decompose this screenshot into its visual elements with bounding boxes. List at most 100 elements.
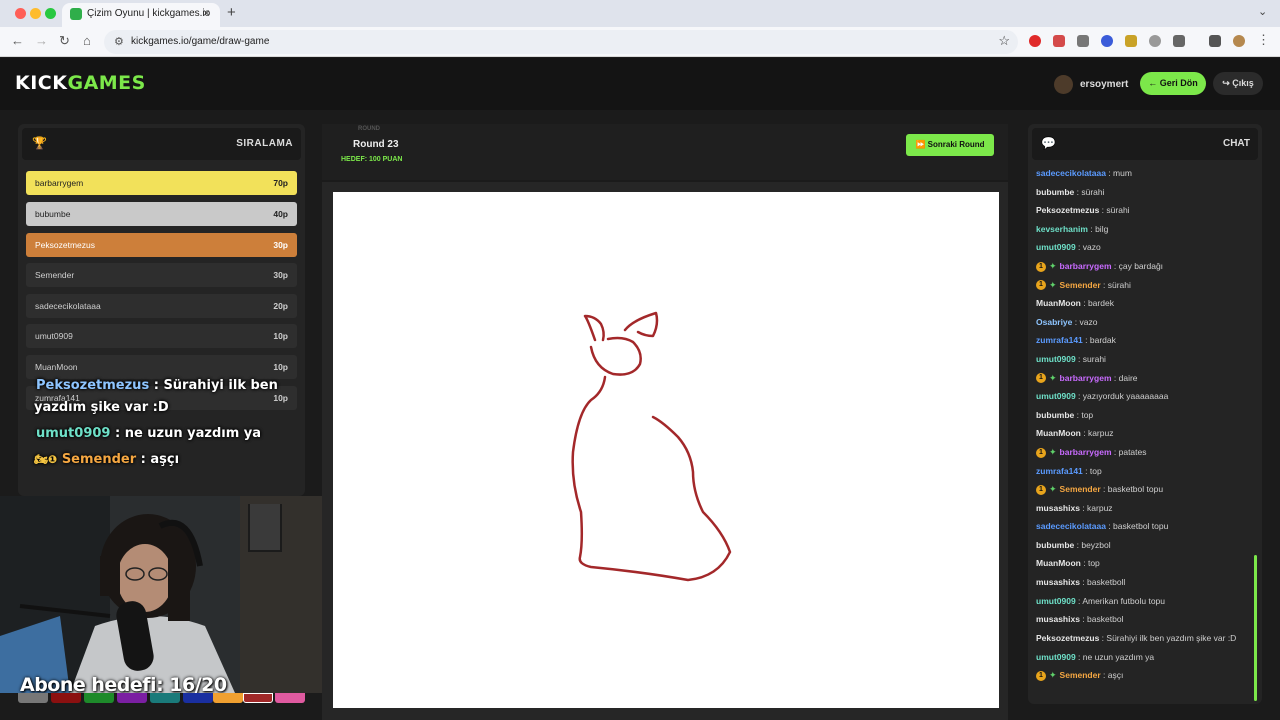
extension-blue-icon[interactable] bbox=[1101, 35, 1113, 47]
maximize-window-button[interactable] bbox=[45, 8, 56, 19]
reading-list-icon[interactable] bbox=[1209, 35, 1221, 47]
browser-tab-bar: Çizim Oyunu | kickgames.io × + ⌄ bbox=[0, 0, 1280, 27]
chat-username[interactable]: zumrafa141 bbox=[1036, 335, 1083, 345]
player-name: barbarrygem bbox=[35, 178, 84, 188]
kickgames-logo[interactable]: KICKGAMES bbox=[15, 72, 146, 94]
chat-username[interactable]: Osabriye bbox=[1036, 317, 1072, 327]
color-swatch-pink[interactable] bbox=[275, 693, 305, 703]
color-swatch-teal[interactable] bbox=[150, 693, 180, 703]
extension-grey-icon[interactable] bbox=[1077, 35, 1089, 47]
chat-username[interactable]: bubumbe bbox=[1036, 540, 1074, 550]
chat-text: basketbol topu bbox=[1107, 484, 1164, 495]
next-round-button[interactable]: ⏩ Sonraki Round bbox=[906, 134, 994, 156]
leaderboard-header: 🏆 SIRALAMA bbox=[22, 128, 301, 160]
chat-message-list[interactable]: sadececikolataaa : mum bubumbe : sürahi Pe… bbox=[1036, 164, 1250, 685]
chat-username[interactable]: MuanMoon bbox=[1036, 428, 1081, 438]
chat-text: Sürahiyi ilk ben yazdım şike var :D bbox=[1106, 632, 1237, 643]
chat-username[interactable]: umut0909 bbox=[1036, 242, 1076, 252]
browser-menu-icon[interactable]: ⋮ bbox=[1257, 32, 1270, 48]
chat-username[interactable]: umut0909 bbox=[1036, 596, 1076, 606]
chat-username[interactable]: Semender bbox=[1060, 280, 1101, 290]
color-swatch-darkred[interactable] bbox=[51, 693, 81, 703]
chat-username[interactable]: musashixs bbox=[1036, 577, 1080, 587]
chat-header: 💬 CHAT bbox=[1032, 128, 1258, 160]
bookmark-star-icon[interactable]: ☆ bbox=[998, 33, 1010, 49]
extension-red-icon[interactable] bbox=[1053, 35, 1065, 47]
color-swatch-blue[interactable] bbox=[183, 693, 213, 703]
drawing-canvas[interactable] bbox=[333, 192, 999, 708]
chat-separator: : bbox=[1105, 168, 1114, 178]
chat-text: beyzbol bbox=[1081, 539, 1111, 550]
color-swatch-red-selected[interactable] bbox=[243, 693, 273, 703]
chat-title: CHAT bbox=[1222, 138, 1250, 149]
color-swatch-grey[interactable] bbox=[18, 693, 48, 703]
color-palette bbox=[18, 693, 318, 705]
color-swatch-orange[interactable] bbox=[213, 693, 243, 703]
tab-list-chevron-icon[interactable]: ⌄ bbox=[1258, 5, 1267, 18]
reload-icon[interactable]: ↻ bbox=[59, 33, 70, 49]
chat-username[interactable]: barbarrygem bbox=[1060, 261, 1112, 271]
site-settings-icon[interactable]: ⚙ bbox=[114, 35, 124, 48]
round-title: Round 23 bbox=[353, 139, 399, 150]
extension-yellow-icon[interactable] bbox=[1125, 35, 1137, 47]
player-points: 20p bbox=[273, 301, 288, 311]
chat-username[interactable]: Peksozetmezus bbox=[1036, 205, 1099, 215]
chat-username[interactable]: MuanMoon bbox=[1036, 298, 1081, 308]
address-bar[interactable]: ⚙ kickgames.io/game/draw-game ☆ bbox=[104, 30, 1018, 54]
color-swatch-purple[interactable] bbox=[117, 693, 147, 703]
chat-message: bubumbe : top bbox=[1036, 406, 1250, 425]
chat-separator: : bbox=[1082, 335, 1090, 346]
close-window-button[interactable] bbox=[15, 8, 26, 19]
player-points: 10p bbox=[273, 393, 288, 403]
subscriber-badge-icon: 1 bbox=[1036, 671, 1046, 682]
site-header: KICKGAMES ersoymert ← Geri Dön ↪ Çıkış bbox=[0, 58, 1280, 110]
chat-username[interactable]: sadececikolataaa bbox=[1036, 521, 1106, 531]
chat-username[interactable]: Semender bbox=[1060, 670, 1101, 680]
chat-username[interactable]: bubumbe bbox=[1036, 187, 1074, 197]
profile-avatar-icon[interactable] bbox=[1233, 35, 1245, 47]
chat-text: top bbox=[1089, 465, 1102, 476]
chat-username[interactable]: MuanMoon bbox=[1036, 558, 1081, 568]
chat-message: 1 ✦ barbarrygem : patates bbox=[1036, 443, 1250, 462]
stroke-left-ear bbox=[583, 314, 605, 342]
color-swatch-green[interactable] bbox=[84, 693, 114, 703]
new-tab-button[interactable]: + bbox=[227, 4, 236, 21]
home-icon[interactable]: ⌂ bbox=[83, 33, 91, 48]
browser-tab[interactable]: Çizim Oyunu | kickgames.io × bbox=[62, 3, 220, 27]
chat-username[interactable]: musashixs bbox=[1036, 503, 1080, 513]
chat-username[interactable]: bubumbe bbox=[1036, 410, 1074, 420]
round-small-label: ROUND bbox=[358, 126, 380, 132]
player-name: Semender bbox=[35, 270, 75, 280]
forward-arrow-icon[interactable]: → bbox=[35, 33, 48, 48]
tab-title: Çizim Oyunu | kickgames.io bbox=[87, 8, 211, 19]
chat-message: umut0909 : ne uzun yazdım ya bbox=[1036, 648, 1250, 667]
chat-username[interactable]: umut0909 bbox=[1036, 391, 1076, 401]
chat-username[interactable]: barbarrygem bbox=[1060, 373, 1112, 383]
overlay-username: umut0909 bbox=[36, 426, 111, 441]
chat-username[interactable]: umut0909 bbox=[1036, 354, 1076, 364]
chat-scrollbar[interactable] bbox=[1254, 555, 1257, 701]
chat-username[interactable]: kevserhanim bbox=[1036, 224, 1088, 234]
back-arrow-icon[interactable]: ← bbox=[11, 33, 24, 48]
close-tab-icon[interactable]: × bbox=[203, 6, 210, 20]
minimize-window-button[interactable] bbox=[30, 8, 41, 19]
chat-username[interactable]: Peksozetmezus bbox=[1036, 633, 1099, 643]
extensions-puzzle-icon[interactable] bbox=[1173, 35, 1185, 47]
chat-username[interactable]: sadececikolataaa bbox=[1036, 168, 1106, 178]
chat-username[interactable]: zumrafa141 bbox=[1036, 466, 1083, 476]
chat-username[interactable]: musashixs bbox=[1036, 614, 1080, 624]
chat-separator: : bbox=[1075, 651, 1083, 662]
chat-username[interactable]: umut0909 bbox=[1036, 652, 1076, 662]
chat-text: surahi bbox=[1082, 353, 1106, 364]
chat-message: umut0909 : yazıyorduk yaaaaaaaa bbox=[1036, 387, 1250, 406]
extension-chat-icon[interactable] bbox=[1149, 35, 1161, 47]
stroke-right-ear bbox=[623, 311, 659, 338]
chat-username[interactable]: Semender bbox=[1060, 484, 1101, 494]
chat-username[interactable]: barbarrygem bbox=[1060, 447, 1112, 457]
back-button[interactable]: ← Geri Dön bbox=[1140, 72, 1206, 95]
chat-text: çay bardağı bbox=[1118, 260, 1164, 271]
chat-message: zumrafa141 : top bbox=[1036, 462, 1250, 481]
stroke-body bbox=[571, 375, 732, 582]
extension-opera-icon[interactable] bbox=[1029, 35, 1041, 47]
exit-button[interactable]: ↪ Çıkış bbox=[1213, 72, 1263, 95]
